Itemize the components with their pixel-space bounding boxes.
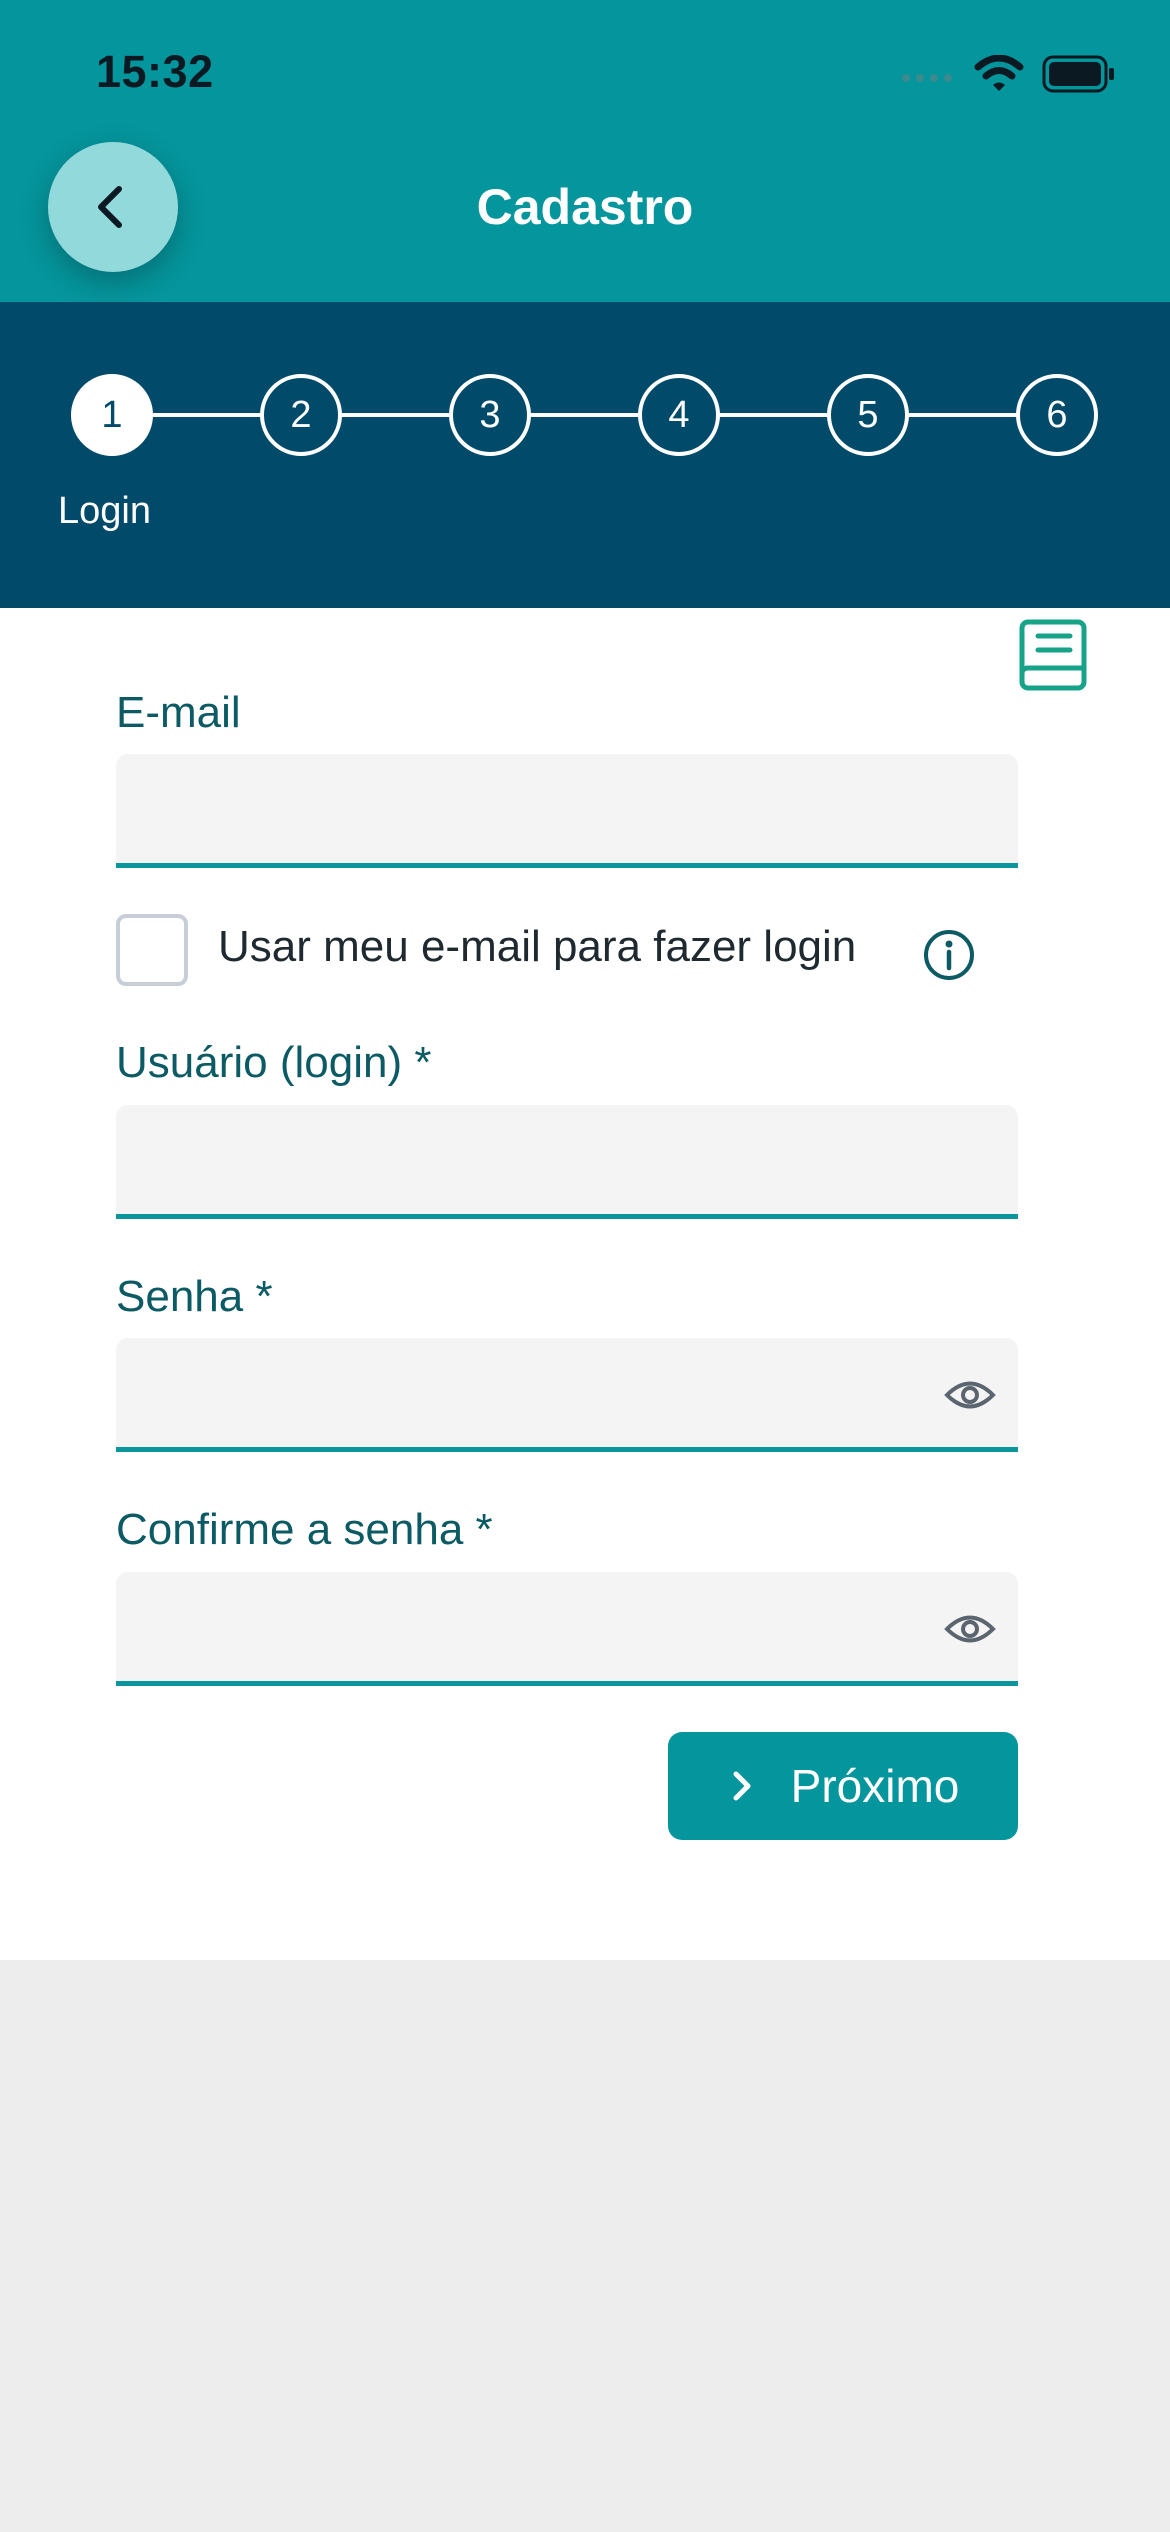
- confirm-password-field[interactable]: [116, 1572, 1018, 1686]
- page-title: Cadastro: [476, 179, 694, 235]
- eye-icon[interactable]: [944, 1376, 996, 1414]
- step-4: 4: [638, 374, 720, 456]
- password-field[interactable]: [116, 1338, 1018, 1452]
- cellular-signal-icon: [902, 74, 952, 82]
- app-header: 15:32 Cadastro: [0, 0, 1170, 302]
- stepper-connector-line: [112, 413, 1058, 417]
- step-1: 1: [71, 374, 153, 456]
- current-step-label: Login: [58, 490, 151, 532]
- step-2: 2: [260, 374, 342, 456]
- email-field[interactable]: [116, 754, 1018, 868]
- wifi-icon: [974, 55, 1024, 91]
- step-3: 3: [449, 374, 531, 456]
- next-button[interactable]: Próximo: [668, 1732, 1018, 1840]
- confirm-password-label: Confirme a senha *: [116, 1505, 493, 1554]
- step-6: 6: [1016, 374, 1098, 456]
- username-label: Usuário (login) *: [116, 1038, 432, 1087]
- chevron-right-icon: [733, 1771, 751, 1801]
- username-field[interactable]: [116, 1105, 1018, 1219]
- password-label: Senha *: [116, 1272, 273, 1321]
- use-email-login-label: Usar meu e-mail para fazer login: [218, 922, 857, 971]
- next-button-label: Próximo: [790, 1760, 960, 1812]
- book-icon[interactable]: [1018, 618, 1090, 694]
- info-icon[interactable]: [922, 928, 976, 982]
- step-5: 5: [827, 374, 909, 456]
- eye-icon[interactable]: [944, 1610, 996, 1648]
- battery-icon: [1042, 55, 1114, 93]
- registration-stepper: [0, 302, 1170, 608]
- status-icons: [900, 50, 1116, 98]
- email-label: E-mail: [116, 688, 241, 737]
- status-time: 15:32: [96, 46, 214, 97]
- use-email-login-checkbox[interactable]: [116, 914, 188, 986]
